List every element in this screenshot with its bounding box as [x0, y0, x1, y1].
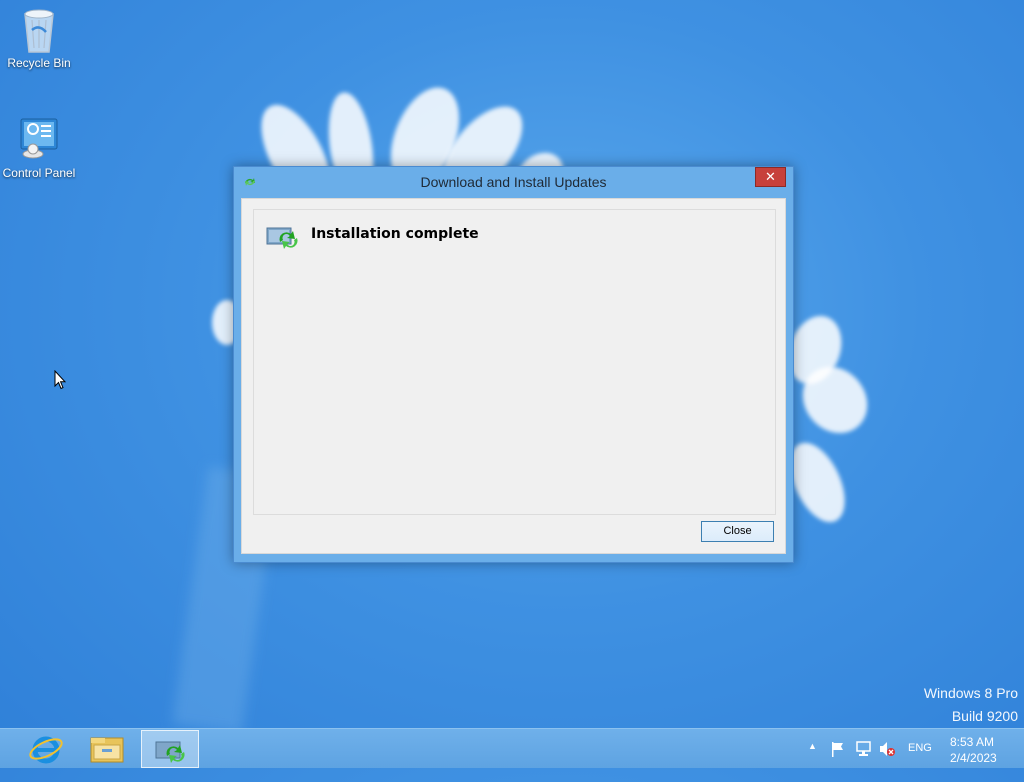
update-dialog: Download and Install Updates ✕ Installat…: [233, 166, 794, 563]
dialog-title: Download and Install Updates: [420, 174, 607, 190]
dialog-client-area: Installation complete Close: [241, 198, 786, 554]
installation-status: Installation complete: [311, 226, 479, 242]
control-panel-label: Control Panel: [2, 166, 76, 180]
internet-explorer-icon: [29, 736, 63, 764]
dialog-titlebar[interactable]: Download and Install Updates ✕: [234, 167, 793, 197]
clock-date: 2/4/2023: [950, 751, 997, 765]
os-build-text: Build 9200: [951, 708, 1018, 724]
show-hidden-icons-button[interactable]: ▲: [808, 741, 817, 781]
recycle-bin-shortcut[interactable]: Recycle Bin: [0, 6, 78, 70]
taskbar: ▲ ENG 8:53 AM 2/4/2023: [0, 728, 1024, 768]
control-panel-shortcut[interactable]: Control Panel: [0, 116, 78, 180]
taskbar-windows-update[interactable]: [141, 730, 199, 768]
recycle-bin-label: Recycle Bin: [7, 56, 71, 70]
action-center-flag-icon[interactable]: [830, 740, 846, 758]
control-panel-icon: [17, 116, 61, 164]
close-button[interactable]: Close: [701, 521, 774, 542]
status-panel: Installation complete: [253, 209, 776, 515]
desktop: Recycle Bin Control Panel Windows 8 Pro …: [0, 0, 1024, 728]
system-clock[interactable]: 8:53 AM 2/4/2023: [950, 734, 997, 766]
update-install-icon: [266, 227, 298, 249]
input-language-indicator[interactable]: ENG: [908, 742, 932, 782]
volume-muted-icon[interactable]: [878, 740, 896, 758]
window-close-button[interactable]: ✕: [755, 167, 786, 187]
clock-time: 8:53 AM: [950, 735, 995, 749]
os-edition-text: Windows 8 Pro: [923, 685, 1018, 701]
recycle-bin-icon: [17, 6, 61, 54]
network-icon[interactable]: [855, 740, 873, 758]
taskbar-file-explorer[interactable]: [78, 730, 136, 768]
mouse-pointer-icon: [54, 370, 66, 390]
taskbar-internet-explorer[interactable]: [17, 730, 75, 768]
windows-update-icon: [155, 741, 185, 763]
file-explorer-icon: [90, 737, 124, 763]
